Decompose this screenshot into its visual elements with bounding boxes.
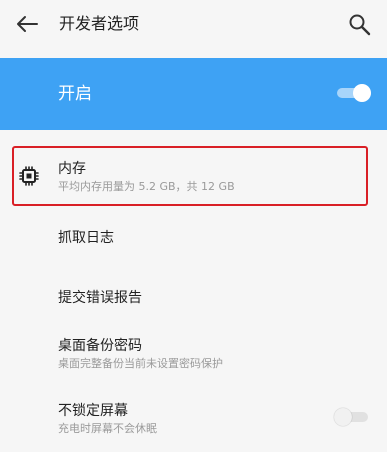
stay-awake-toggle[interactable] bbox=[334, 408, 368, 426]
stay-awake-row[interactable]: 不锁定屏幕 充电时屏幕不会休眠 bbox=[0, 394, 387, 444]
memory-chip-icon bbox=[19, 166, 39, 186]
toggle-thumb bbox=[353, 84, 371, 102]
search-button[interactable] bbox=[347, 12, 373, 38]
developer-options-screen: 开发者选项 开启 内存 平均内存用量为 5.2 GB，共 12 GB 抓取日志 … bbox=[0, 0, 387, 452]
developer-options-enable-bar[interactable]: 开启 bbox=[0, 58, 387, 130]
app-header: 开发者选项 bbox=[0, 0, 387, 49]
desktop-backup-password-subtitle: 桌面完整备份当前未设置密码保护 bbox=[58, 357, 223, 370]
developer-options-toggle[interactable] bbox=[337, 84, 371, 102]
stay-awake-title: 不锁定屏幕 bbox=[58, 403, 128, 419]
enable-label: 开启 bbox=[58, 84, 92, 104]
memory-setting-row[interactable]: 内存 平均内存用量为 5.2 GB，共 12 GB bbox=[0, 146, 387, 206]
back-button[interactable] bbox=[13, 12, 41, 36]
search-icon bbox=[349, 14, 371, 36]
capture-logs-title: 抓取日志 bbox=[58, 230, 114, 246]
toggle-thumb bbox=[334, 408, 352, 426]
stay-awake-subtitle: 充电时屏幕不会休眠 bbox=[58, 422, 157, 435]
memory-title: 内存 bbox=[58, 161, 86, 177]
capture-logs-row[interactable]: 抓取日志 bbox=[0, 218, 387, 256]
page-title: 开发者选项 bbox=[59, 14, 140, 33]
memory-subtitle: 平均内存用量为 5.2 GB，共 12 GB bbox=[58, 180, 235, 193]
arrow-left-icon bbox=[17, 16, 38, 32]
bug-report-title: 提交错误报告 bbox=[58, 290, 142, 306]
desktop-backup-password-title: 桌面备份密码 bbox=[58, 338, 142, 354]
desktop-backup-password-row[interactable]: 桌面备份密码 桌面完整备份当前未设置密码保护 bbox=[0, 328, 387, 378]
bug-report-row[interactable]: 提交错误报告 bbox=[0, 278, 387, 316]
